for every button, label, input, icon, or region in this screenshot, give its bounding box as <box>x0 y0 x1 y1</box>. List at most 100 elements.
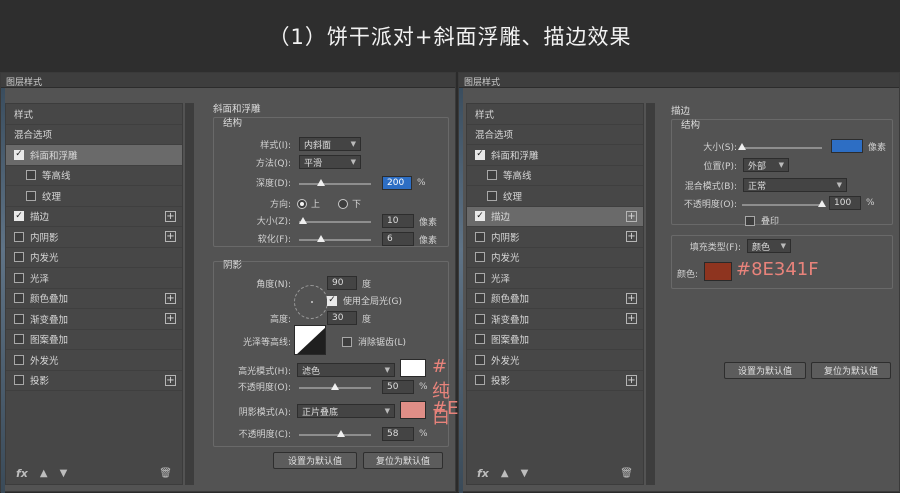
radio-off-icon[interactable] <box>338 198 349 209</box>
slider-knob[interactable] <box>738 143 746 150</box>
style-list-item[interactable]: 投影 + <box>6 371 182 391</box>
size-input[interactable]: 10 <box>382 214 414 228</box>
stroke-color-swatch[interactable] <box>704 262 732 281</box>
style-list-item[interactable]: ✓ 描边 + <box>467 206 643 227</box>
style-list-item[interactable]: 光泽 <box>6 268 182 289</box>
style-list-item[interactable]: 等高线 <box>467 166 643 186</box>
checkbox-icon[interactable] <box>14 293 24 304</box>
reset-default-button[interactable]: 复位为默认值 <box>363 452 443 469</box>
highlight-color-swatch[interactable] <box>400 359 426 377</box>
trash-icon[interactable]: 🗑 <box>620 468 633 479</box>
style-list-item[interactable]: 样式 <box>6 104 182 125</box>
style-list-item[interactable]: 颜色叠加 + <box>6 289 182 309</box>
slider-knob[interactable] <box>336 430 345 437</box>
gloss-contour-preview[interactable] <box>294 325 326 355</box>
direction-up-option[interactable]: 上 <box>297 197 320 210</box>
add-icon[interactable]: + <box>165 374 176 386</box>
highlight-opacity-slider[interactable] <box>299 383 371 390</box>
style-list-item[interactable]: 内阴影 + <box>467 227 643 248</box>
checkbox-icon[interactable] <box>14 375 24 386</box>
checkbox-icon[interactable] <box>26 190 36 201</box>
add-icon[interactable]: + <box>626 210 637 222</box>
checkbox-icon[interactable] <box>487 170 497 181</box>
radio-on-icon[interactable] <box>297 198 307 209</box>
stroke-size-input[interactable] <box>831 139 863 153</box>
checkbox-icon[interactable] <box>14 354 24 365</box>
style-list-item[interactable]: 外发光 <box>6 350 182 371</box>
style-list-item[interactable]: ✓ 斜面和浮雕 <box>467 145 643 166</box>
slider-knob[interactable] <box>316 235 325 242</box>
style-select[interactable]: 内斜面 ▼ <box>299 137 361 151</box>
shadow-color-swatch[interactable] <box>400 401 426 419</box>
soften-input[interactable]: 6 <box>382 232 414 246</box>
soften-slider[interactable] <box>299 235 371 242</box>
style-list-item[interactable]: 内发光 <box>6 248 182 268</box>
shadow-opacity-slider[interactable] <box>299 430 371 437</box>
checkbox-icon[interactable] <box>342 336 352 347</box>
checkbox-icon[interactable] <box>14 231 24 242</box>
style-list-item[interactable]: 投影 + <box>467 371 643 391</box>
set-default-button[interactable]: 设置为默认值 <box>273 452 357 469</box>
style-list-item[interactable]: 渐变叠加 + <box>467 309 643 330</box>
stroke-size-slider[interactable] <box>738 143 822 150</box>
checkbox-icon[interactable] <box>14 272 24 283</box>
move-up-icon[interactable]: ▲ <box>40 468 48 479</box>
add-icon[interactable]: + <box>626 231 637 242</box>
direction-down-option[interactable]: 下 <box>338 197 361 210</box>
checkbox-icon[interactable] <box>26 170 36 181</box>
shadow-opacity-input[interactable]: 58 <box>382 427 414 441</box>
checkbox-icon[interactable] <box>475 293 485 304</box>
style-list-item[interactable]: ✓ 描边 + <box>6 207 182 227</box>
angle-input[interactable]: 90 <box>327 276 357 290</box>
style-list-item[interactable]: 混合选项 <box>467 125 643 145</box>
reset-default-button[interactable]: 复位为默认值 <box>811 362 891 379</box>
checkmark-icon[interactable]: ✓ <box>475 211 485 222</box>
checkbox-icon[interactable] <box>14 334 24 345</box>
style-list-item[interactable]: 纹理 <box>6 186 182 207</box>
slider-knob[interactable] <box>818 200 826 207</box>
trash-icon[interactable]: 🗑 <box>159 468 172 479</box>
fx-icon[interactable]: fx <box>477 467 489 480</box>
style-list-item[interactable]: 等高线 <box>6 166 182 186</box>
checkmark-icon[interactable]: ✓ <box>14 211 24 222</box>
style-list-item[interactable]: 内发光 <box>467 248 643 268</box>
style-list-item[interactable]: 图案叠加 <box>467 330 643 350</box>
checkmark-icon[interactable]: ✓ <box>475 149 485 160</box>
highlight-opacity-input[interactable]: 50 <box>382 380 414 394</box>
checkbox-icon[interactable] <box>745 215 755 226</box>
style-list-item[interactable]: ✓ 斜面和浮雕 <box>6 145 182 166</box>
add-icon[interactable]: + <box>165 292 176 304</box>
stroke-opacity-slider[interactable] <box>742 200 826 207</box>
checkbox-icon[interactable] <box>475 313 485 324</box>
style-list-item[interactable]: 内阴影 + <box>6 227 182 248</box>
style-list-item[interactable]: 渐变叠加 + <box>6 309 182 330</box>
style-list-scrollbar[interactable] <box>185 103 194 485</box>
style-list-item[interactable]: 混合选项 <box>6 125 182 145</box>
technique-select[interactable]: 平滑 ▼ <box>299 155 361 169</box>
position-select[interactable]: 外部 ▼ <box>743 158 789 172</box>
depth-slider[interactable] <box>299 179 371 186</box>
style-list-item[interactable]: 颜色叠加 + <box>467 289 643 309</box>
checkmark-icon[interactable]: ✓ <box>327 295 337 306</box>
checkbox-icon[interactable] <box>475 231 485 242</box>
stroke-opacity-input[interactable]: 100 <box>829 196 861 210</box>
altitude-input[interactable]: 30 <box>327 311 357 325</box>
add-icon[interactable]: + <box>626 313 637 324</box>
angle-dial[interactable] <box>294 285 328 319</box>
checkbox-icon[interactable] <box>475 354 485 365</box>
shadow-mode-select[interactable]: 正片叠底 ▼ <box>297 404 395 418</box>
checkbox-icon[interactable] <box>475 252 485 263</box>
checkbox-icon[interactable] <box>475 375 485 386</box>
size-slider[interactable] <box>298 217 371 224</box>
add-icon[interactable]: + <box>626 374 637 386</box>
move-up-icon[interactable]: ▲ <box>501 468 509 479</box>
checkbox-icon[interactable] <box>475 272 485 283</box>
move-down-icon[interactable]: ▼ <box>521 468 529 479</box>
style-list-item[interactable]: 外发光 <box>467 350 643 371</box>
fx-icon[interactable]: fx <box>16 467 28 480</box>
style-list-scrollbar[interactable] <box>646 103 655 485</box>
style-list-item[interactable]: 光泽 <box>467 268 643 289</box>
style-list-item[interactable]: 图案叠加 <box>6 330 182 350</box>
add-icon[interactable]: + <box>165 313 176 324</box>
checkbox-icon[interactable] <box>14 252 24 263</box>
